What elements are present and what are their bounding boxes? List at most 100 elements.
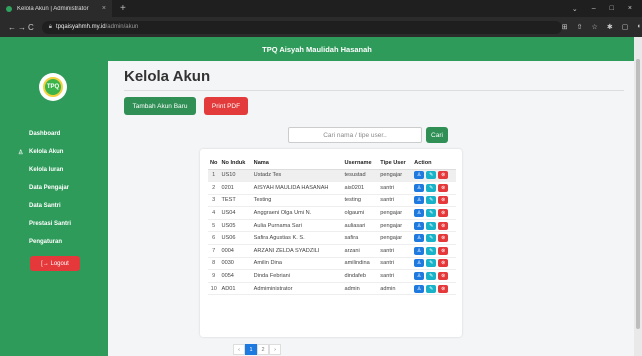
column-header-nama: Nama bbox=[251, 157, 343, 170]
logout-button[interactable]: [→ Logout bbox=[30, 256, 80, 271]
cell-action: ♙ ✎ ⊗ bbox=[412, 219, 456, 233]
cell-no: 3 bbox=[208, 194, 220, 208]
view-user-button[interactable]: ♙ bbox=[414, 234, 425, 243]
sidebar-item-data-pengajar[interactable]: Data Pengajar bbox=[0, 179, 108, 197]
maximize-button[interactable]: □ bbox=[610, 5, 614, 13]
cell-tipe-user: santri bbox=[378, 244, 413, 258]
view-user-button[interactable]: ♙ bbox=[414, 209, 425, 218]
cell-action: ♙ ✎ ⊗ bbox=[412, 231, 456, 246]
edit-button[interactable]: ✎ bbox=[426, 272, 437, 281]
cell-username: dindafeb bbox=[342, 269, 379, 283]
view-user-button[interactable]: ♙ bbox=[414, 171, 425, 180]
column-header-no-induk: No Induk bbox=[219, 157, 252, 170]
table-row: 8 0030 Amilin Dina amilindina santri ♙ ✎ ⊗ bbox=[208, 257, 456, 271]
delete-button[interactable]: ⊗ bbox=[438, 246, 449, 255]
delete-button[interactable]: ⊗ bbox=[438, 183, 449, 192]
sidebar-item-label: Dashboard bbox=[29, 131, 61, 137]
edit-button[interactable]: ✎ bbox=[426, 196, 437, 205]
sidebar-item-kelola-iuran[interactable]: Kelola Iuran bbox=[0, 161, 108, 179]
cell-no-induk: US05 bbox=[219, 219, 252, 233]
tab-close-icon[interactable]: × bbox=[102, 5, 106, 12]
edit-button[interactable]: ✎ bbox=[426, 284, 437, 293]
view-user-button[interactable]: ♙ bbox=[414, 284, 425, 293]
bookmark-star-icon[interactable]: ☆ bbox=[592, 23, 598, 31]
extensions-icon[interactable]: ✱ bbox=[607, 23, 613, 31]
view-user-button[interactable]: ♙ bbox=[414, 221, 425, 230]
edit-button[interactable]: ✎ bbox=[426, 171, 437, 180]
view-user-button[interactable]: ♙ bbox=[414, 246, 425, 255]
cell-no-induk: TEST bbox=[219, 194, 252, 208]
reload-icon[interactable]: C bbox=[28, 23, 34, 32]
edit-button[interactable]: ✎ bbox=[426, 259, 437, 268]
pagination: ‹ 1 2 › bbox=[233, 344, 281, 355]
accounts-table: No No Induk Nama Username Tipe User Acti… bbox=[208, 157, 456, 296]
logo-emblem: TPQ bbox=[43, 77, 63, 97]
view-user-button[interactable]: ♙ bbox=[414, 183, 425, 192]
cell-username: amilindina bbox=[342, 257, 379, 271]
cell-no-induk: 0030 bbox=[219, 257, 252, 271]
share-icon[interactable]: ⇧ bbox=[577, 23, 583, 31]
edit-button[interactable]: ✎ bbox=[426, 234, 437, 243]
profile-icon[interactable]: ◐ bbox=[637, 23, 641, 31]
view-user-button[interactable]: ♙ bbox=[414, 196, 425, 205]
cell-no: 4 bbox=[208, 206, 220, 220]
tab-search-icon[interactable]: ⌄ bbox=[572, 5, 578, 13]
action-buttons: ♙ ✎ ⊗ bbox=[414, 196, 454, 205]
print-pdf-button[interactable]: Print PDF bbox=[204, 97, 248, 115]
sidebar-item-data-santri[interactable]: Data Santri bbox=[0, 197, 108, 215]
add-account-button[interactable]: Tambah Akun Baru bbox=[124, 97, 196, 115]
delete-button[interactable]: ⊗ bbox=[438, 234, 449, 243]
view-user-button[interactable]: ♙ bbox=[414, 272, 425, 281]
cell-username: testing bbox=[342, 194, 379, 208]
translate-icon[interactable]: ⊞ bbox=[562, 23, 568, 31]
pagination-next[interactable]: › bbox=[269, 344, 281, 355]
pagination-page-current[interactable]: 1 bbox=[245, 344, 257, 355]
delete-button[interactable]: ⊗ bbox=[438, 209, 449, 218]
cell-nama: Safira Agustias K. S. bbox=[251, 231, 343, 246]
delete-button[interactable]: ⊗ bbox=[438, 221, 449, 230]
sidebar-item-dashboard[interactable]: Dashboard bbox=[0, 125, 108, 143]
delete-button[interactable]: ⊗ bbox=[438, 284, 449, 293]
sidebar-item-kelola-akun[interactable]: ♙ Kelola Akun bbox=[0, 143, 108, 161]
forward-icon[interactable]: → bbox=[18, 23, 26, 32]
pagination-page-2[interactable]: 2 bbox=[257, 344, 269, 355]
action-buttons: ♙ ✎ ⊗ bbox=[414, 284, 454, 293]
edit-button[interactable]: ✎ bbox=[426, 246, 437, 255]
delete-button[interactable]: ⊗ bbox=[438, 171, 449, 180]
page-scrollbar[interactable] bbox=[634, 37, 642, 356]
title-divider bbox=[124, 90, 624, 91]
close-window-button[interactable]: × bbox=[628, 5, 632, 13]
cell-action: ♙ ✎ ⊗ bbox=[412, 181, 456, 195]
edit-button[interactable]: ✎ bbox=[426, 209, 437, 218]
column-header-username: Username bbox=[342, 157, 379, 170]
edit-button[interactable]: ✎ bbox=[426, 221, 437, 230]
pagination-prev[interactable]: ‹ bbox=[233, 344, 245, 355]
cell-nama: Dinda Febriani bbox=[251, 269, 343, 283]
search-form: Cari bbox=[288, 127, 448, 143]
scrollbar-thumb[interactable] bbox=[636, 59, 640, 329]
sidepanel-icon[interactable]: ▢ bbox=[622, 23, 629, 31]
cell-action: ♙ ✎ ⊗ bbox=[412, 282, 456, 296]
delete-button[interactable]: ⊗ bbox=[438, 196, 449, 205]
back-icon[interactable]: ← bbox=[8, 23, 16, 32]
edit-button[interactable]: ✎ bbox=[426, 183, 437, 192]
search-button[interactable]: Cari bbox=[426, 127, 448, 143]
sidebar-item-prestasi-santri[interactable]: Prestasi Santri bbox=[0, 215, 108, 233]
top-header: TPQ Aisyah Maulidah Hasanah bbox=[0, 37, 634, 61]
view-user-button[interactable]: ♙ bbox=[414, 259, 425, 268]
browser-tab[interactable]: Kelola Akun | Administrator × bbox=[0, 0, 112, 17]
delete-button[interactable]: ⊗ bbox=[438, 272, 449, 281]
cell-username: auliasari bbox=[342, 219, 379, 233]
cell-nama: Testing bbox=[251, 194, 343, 208]
search-input[interactable] bbox=[288, 127, 422, 143]
app-window: TPQ Aisyah Maulidah Hasanah TPQ Dashboar… bbox=[0, 37, 634, 356]
cell-no-induk: US10 bbox=[219, 169, 252, 183]
new-tab-button[interactable]: + bbox=[120, 3, 126, 14]
delete-button[interactable]: ⊗ bbox=[438, 259, 449, 268]
action-buttons: ♙ ✎ ⊗ bbox=[414, 209, 454, 218]
address-bar[interactable]: 🔒︎ tpqaisyahmh.my.id /admin/akun bbox=[41, 20, 562, 34]
cell-no-induk: 0201 bbox=[219, 181, 252, 195]
sidebar-item-pengaturan[interactable]: Pengaturan bbox=[0, 233, 108, 251]
minimize-button[interactable]: – bbox=[592, 5, 596, 13]
cell-nama: Amilin Dina bbox=[251, 257, 343, 271]
